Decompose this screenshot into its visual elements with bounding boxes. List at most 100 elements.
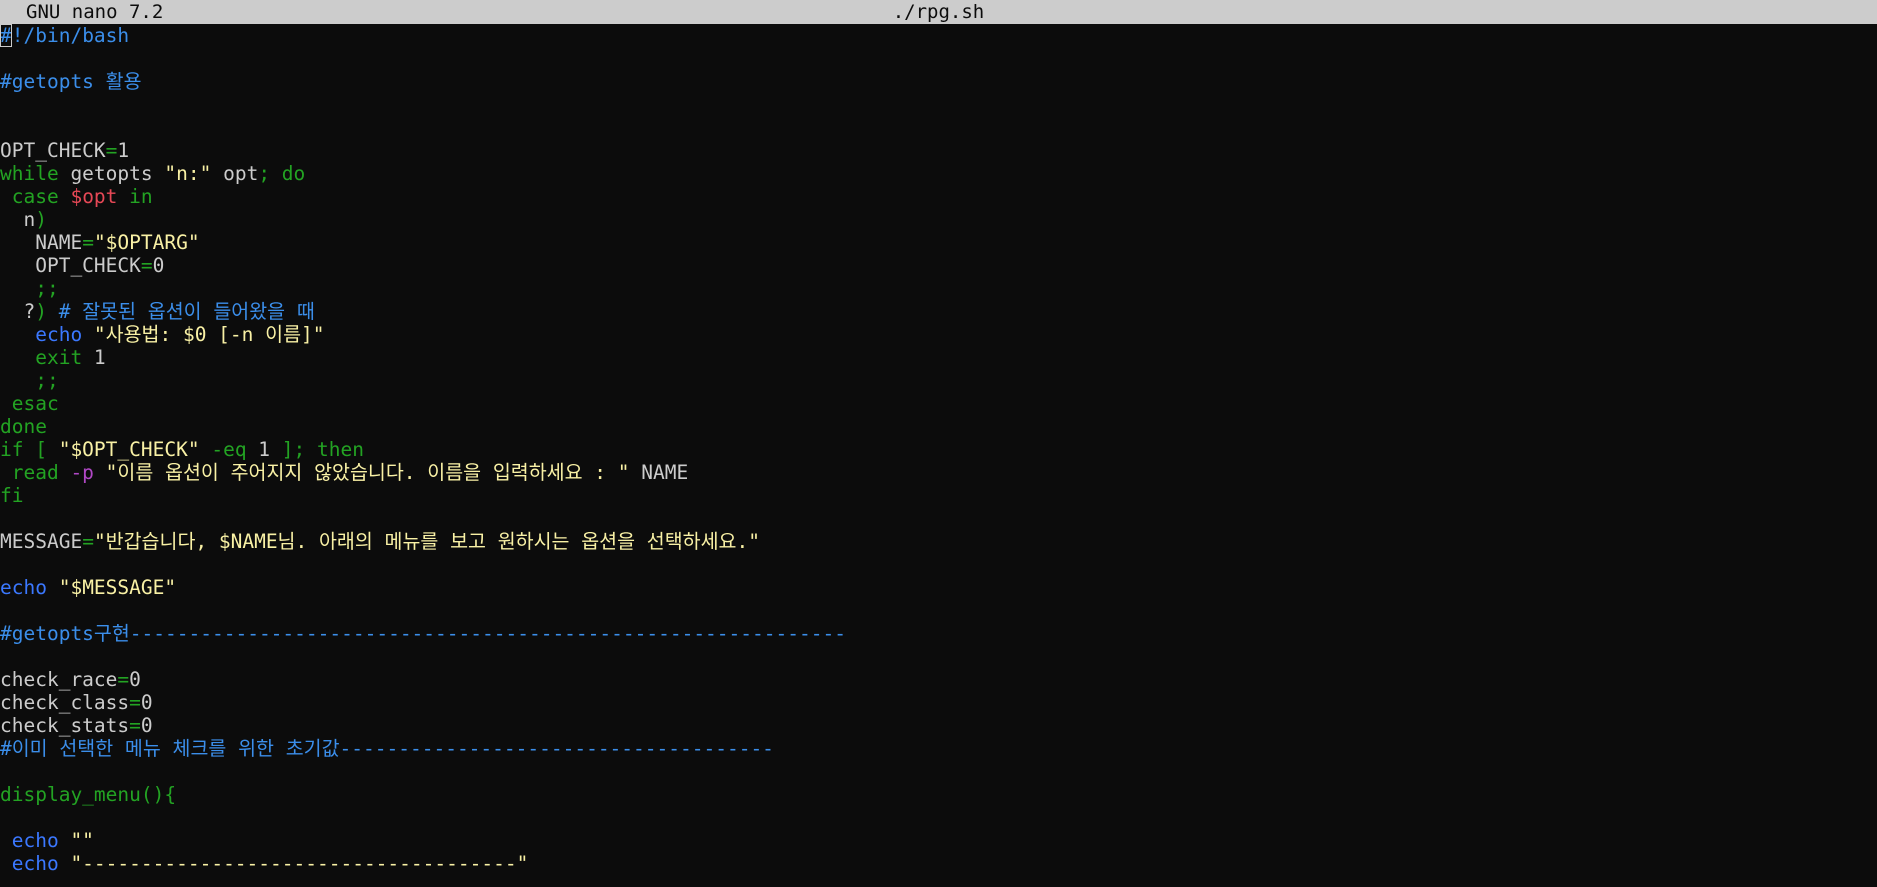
code-line[interactable]: exit 1 xyxy=(0,346,1877,369)
code-token: echo xyxy=(0,829,59,852)
code-token: 0 xyxy=(140,714,153,737)
code-line[interactable]: n) xyxy=(0,208,1877,231)
code-token: $opt xyxy=(70,185,118,208)
code-token: = xyxy=(140,254,153,277)
code-token: -p xyxy=(58,461,94,484)
code-token: opt xyxy=(211,162,259,185)
code-token: ; do xyxy=(258,162,306,185)
code-token: check_stats xyxy=(0,714,130,737)
code-line[interactable]: #!/bin/bash xyxy=(0,24,1877,47)
code-token: in xyxy=(117,185,153,208)
code-line[interactable] xyxy=(0,507,1877,530)
code-token: 0 xyxy=(129,668,141,691)
code-line[interactable]: esac xyxy=(0,392,1877,415)
code-line[interactable]: echo "" xyxy=(0,829,1877,852)
code-line[interactable]: ;; xyxy=(0,277,1877,300)
code-token: #!/bin/bash xyxy=(0,24,129,47)
code-line[interactable]: check_class=0 xyxy=(0,691,1877,714)
code-line[interactable]: OPT_CHECK=1 xyxy=(0,139,1877,162)
nano-title-bar: GNU nano 7.2 ./rpg.sh xyxy=(0,0,1877,24)
code-line[interactable] xyxy=(0,760,1877,783)
code-token: ) xyxy=(35,300,47,323)
code-token: ;; xyxy=(0,369,59,392)
code-line[interactable] xyxy=(0,116,1877,139)
code-line[interactable]: echo "사용법: $0 [-n 이름]" xyxy=(0,323,1877,346)
code-token: if [ xyxy=(0,438,59,461)
code-line[interactable]: done xyxy=(0,415,1877,438)
code-token: "$OPTARG" xyxy=(93,231,200,254)
code-token: check_race xyxy=(0,668,118,691)
code-line[interactable]: check_race=0 xyxy=(0,668,1877,691)
code-line[interactable]: fi xyxy=(0,484,1877,507)
code-token: 0 xyxy=(140,691,153,714)
code-token: echo xyxy=(0,323,83,346)
code-token: #getopts 활용 xyxy=(0,70,142,93)
code-line[interactable]: if [ "$OPT_CHECK" -eq 1 ]; then xyxy=(0,438,1877,461)
code-token: #getopts구현------------------------------… xyxy=(0,622,846,645)
code-token: ? xyxy=(0,300,36,323)
code-token: = xyxy=(82,231,94,254)
code-token: "n:" xyxy=(164,162,212,185)
code-token: exit xyxy=(0,346,83,369)
code-line[interactable]: echo "----------------------------------… xyxy=(0,852,1877,875)
code-token: ) xyxy=(35,208,47,231)
code-line[interactable]: echo "$MESSAGE" xyxy=(0,576,1877,599)
code-token: NAME xyxy=(0,231,83,254)
code-token: ]; then xyxy=(281,438,364,461)
code-line[interactable]: read -p "이름 옵션이 주어지지 않았습니다. 이름을 입력하세요 : … xyxy=(0,461,1877,484)
code-line[interactable] xyxy=(0,553,1877,576)
code-token: = xyxy=(129,714,141,737)
code-token: done xyxy=(0,415,47,438)
code-token: 1 xyxy=(246,438,282,461)
code-line[interactable]: #getopts구현------------------------------… xyxy=(0,622,1877,645)
code-token: "이름 옵션이 주어지지 않았습니다. 이름을 입력하세요 : " xyxy=(93,461,630,484)
code-line[interactable]: while getopts "n:" opt; do xyxy=(0,162,1877,185)
code-token: "사용법: $0 [-n 이름]" xyxy=(82,323,325,346)
code-line[interactable]: #getopts 활용 xyxy=(0,70,1877,93)
file-name: ./rpg.sh xyxy=(892,1,985,23)
code-line[interactable]: case $opt in xyxy=(0,185,1877,208)
code-token: 1 xyxy=(117,139,130,162)
code-line[interactable] xyxy=(0,47,1877,70)
code-token: MESSAGE xyxy=(0,530,83,553)
code-token: = xyxy=(117,668,130,691)
code-token: 0 xyxy=(152,254,165,277)
code-token: #이미 선택한 메뉴 체크를 위한 초기값-------------------… xyxy=(0,737,774,760)
code-token: = xyxy=(105,139,118,162)
code-token: display_menu(){ xyxy=(0,783,177,806)
code-line[interactable] xyxy=(0,599,1877,622)
code-token: getopts xyxy=(58,162,165,185)
code-token: "-------------------------------------" xyxy=(58,852,529,875)
code-token: esac xyxy=(0,392,59,415)
code-token: echo xyxy=(0,576,47,599)
code-token: case xyxy=(0,185,71,208)
text-cursor: # xyxy=(0,24,12,47)
code-token: OPT_CHECK xyxy=(0,139,106,162)
code-line[interactable]: display_menu(){ xyxy=(0,783,1877,806)
code-line[interactable]: NAME="$OPTARG" xyxy=(0,231,1877,254)
code-token: "" xyxy=(58,829,94,852)
code-token: NAME xyxy=(629,461,689,484)
code-token: while xyxy=(0,162,59,185)
code-token: = xyxy=(82,530,94,553)
editor-text-area[interactable]: #!/bin/bash #getopts 활용 OPT_CHECK=1 while g… xyxy=(0,24,1877,887)
code-line[interactable]: MESSAGE="반갑습니다, $NAME님. 아래의 메뉴를 보고 원하시는 … xyxy=(0,530,1877,553)
code-token: "반갑습니다, $NAME님. 아래의 메뉴를 보고 원하시는 옵션을 선택하세… xyxy=(93,530,760,553)
code-line[interactable]: ;; xyxy=(0,369,1877,392)
code-token: 1 xyxy=(82,346,106,369)
code-line[interactable]: ?) # 잘못된 옵션이 들어왔을 때 xyxy=(0,300,1877,323)
code-token: # 잘못된 옵션이 들어왔을 때 xyxy=(46,300,315,323)
code-line[interactable] xyxy=(0,806,1877,829)
code-token: ;; xyxy=(0,277,59,300)
code-token: read xyxy=(0,461,59,484)
code-token: -eq xyxy=(199,438,247,461)
code-token: echo xyxy=(0,852,59,875)
code-line[interactable] xyxy=(0,93,1877,116)
code-token: check_class xyxy=(0,691,130,714)
code-line[interactable]: #이미 선택한 메뉴 체크를 위한 초기값-------------------… xyxy=(0,737,1877,760)
code-token-rest: !/bin/bash xyxy=(11,24,130,47)
code-line[interactable] xyxy=(0,645,1877,668)
code-line[interactable]: OPT_CHECK=0 xyxy=(0,254,1877,277)
code-line[interactable]: check_stats=0 xyxy=(0,714,1877,737)
code-token: n xyxy=(0,208,36,231)
